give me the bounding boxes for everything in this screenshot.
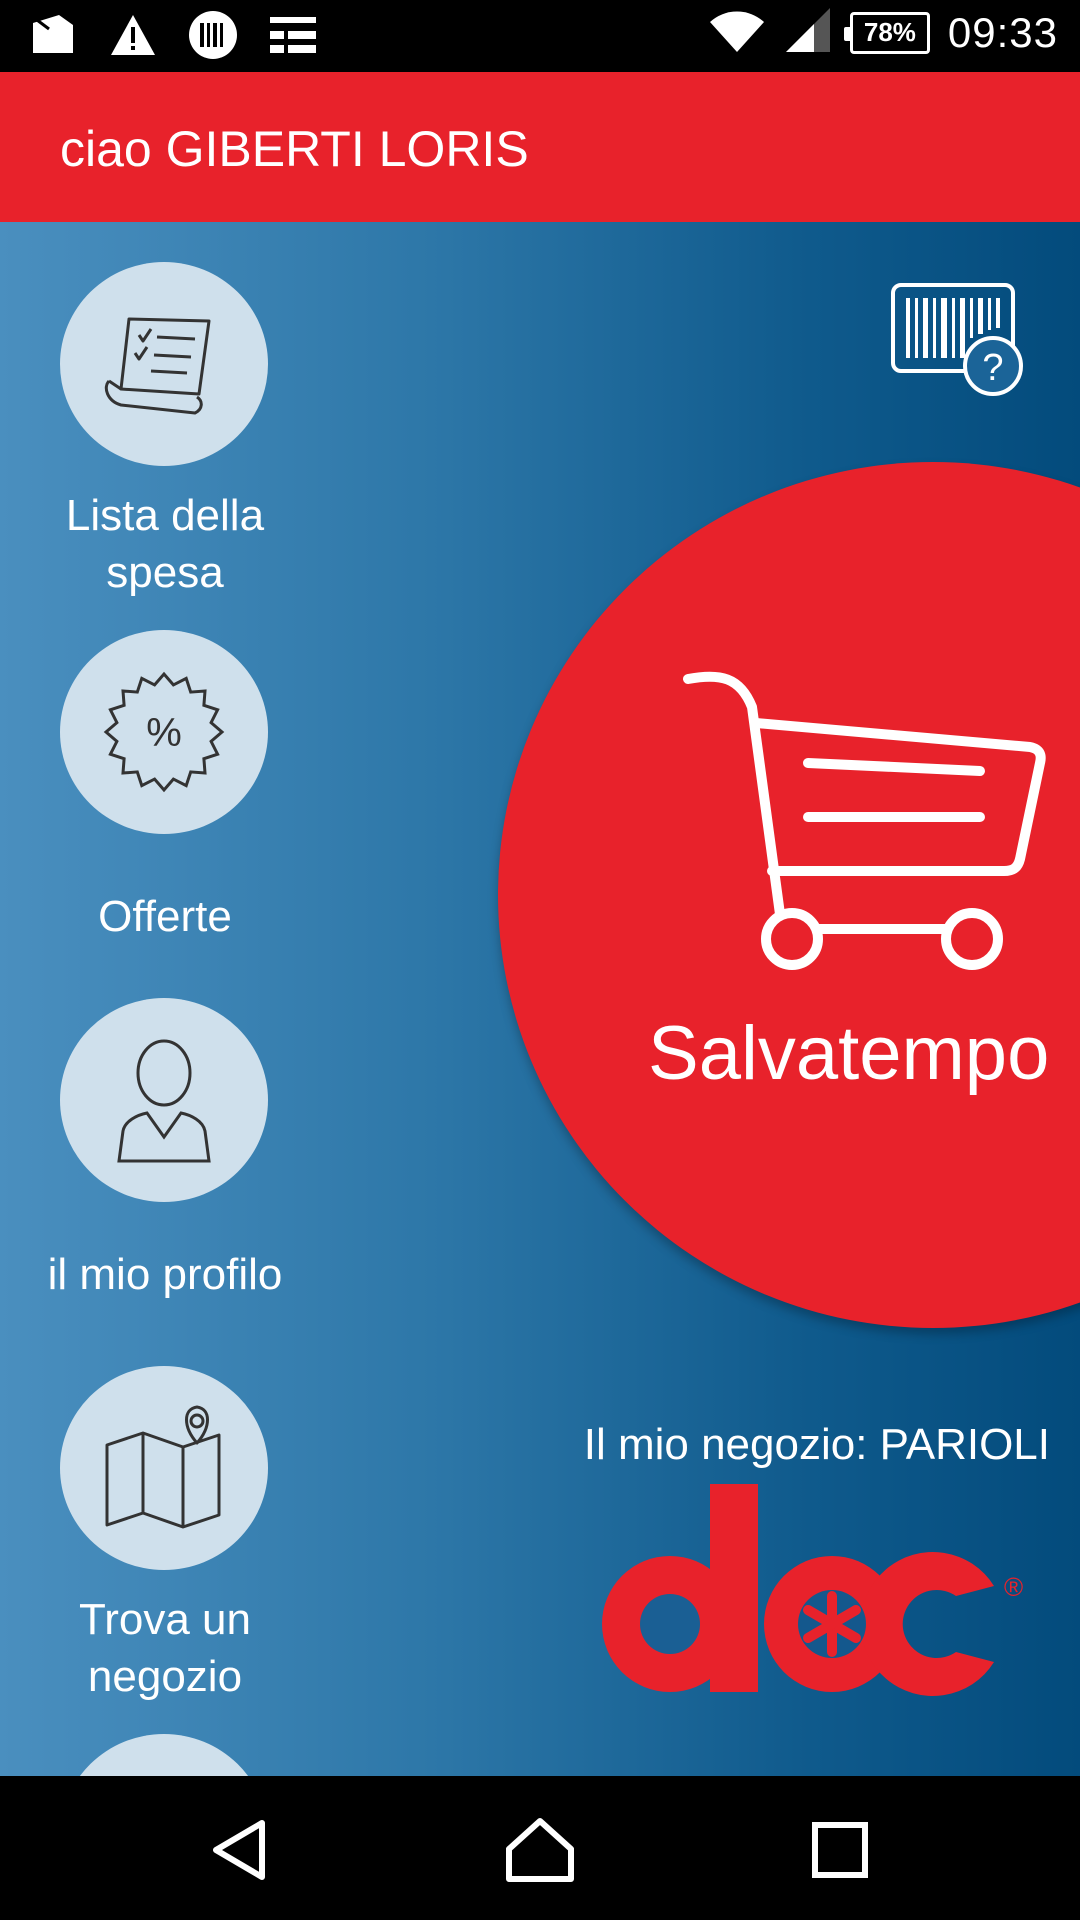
menu-label-line: Offerte [98, 892, 232, 941]
wifi-icon [708, 6, 766, 59]
recents-button[interactable] [800, 1810, 880, 1890]
menu-offers[interactable]: % Offerte [60, 630, 270, 941]
menu-profile[interactable]: il mio profilo [48, 998, 282, 1299]
home-button[interactable] [500, 1810, 580, 1890]
barcode-help-button[interactable]: ? [890, 282, 1026, 398]
menu-label: Offerte [0, 888, 335, 945]
recents-icon [812, 1822, 868, 1878]
doc-logo: ® [602, 1484, 1023, 1696]
menu-label: Trova un negozio [0, 1591, 335, 1705]
menu-shopping-list[interactable]: Lista della spesa [60, 262, 270, 597]
app-header: ciao GIBERTI LORIS [0, 72, 1080, 222]
shopping-cart-icon [683, 671, 1046, 970]
home-icon [506, 1818, 574, 1882]
warning-icon [108, 10, 158, 60]
back-button[interactable] [200, 1810, 280, 1890]
profile-icon [117, 1039, 211, 1163]
menu-label-line: Trova un [78, 1595, 251, 1644]
menu-label-line: Lista della [65, 491, 265, 540]
svg-text:?: ? [982, 347, 1003, 389]
menu-circle[interactable] [60, 1734, 268, 1776]
salvatempo-label: Salvatempo [648, 1011, 1050, 1096]
menu-label-line: negozio [87, 1652, 243, 1701]
gallery-notification-icon [28, 10, 78, 60]
offer-badge-icon: % [103, 671, 225, 793]
menu-circle[interactable]: % [60, 630, 268, 834]
barcode-circle-icon [188, 10, 238, 60]
clock: 09:33 [947, 8, 1058, 56]
barcode-help-icon: ? [891, 283, 1023, 396]
menu-label: Lista della spesa [0, 487, 335, 601]
menu-label-line: spesa [106, 548, 224, 597]
store-map-icon [105, 1405, 221, 1529]
greeting-text: ciao GIBERTI LORIS [60, 121, 529, 177]
svg-text:%: % [146, 711, 182, 755]
menu-circle[interactable] [60, 262, 268, 466]
back-icon [213, 1820, 265, 1880]
system-status: 78% 09:33 [708, 6, 1058, 59]
news-icon [268, 10, 318, 60]
menu-label-line: il mio profilo [47, 1250, 283, 1299]
navigation-bar [0, 1776, 1080, 1920]
menu-circle[interactable] [60, 1366, 268, 1570]
battery-indicator: 78% [843, 11, 930, 54]
menu-circle[interactable] [60, 998, 268, 1202]
notification-icons [28, 10, 318, 60]
menu-more[interactable] [60, 1734, 270, 1776]
home-screen: Lista della spesa % Offerte il mio profi… [0, 222, 1080, 1776]
registered-mark: ® [1004, 1572, 1023, 1602]
my-store-text[interactable]: Il mio negozio: PARIOLI [584, 1420, 1050, 1470]
menu-label: il mio profilo [0, 1246, 335, 1303]
shopping-list-icon [104, 317, 211, 415]
menu-find-store[interactable]: Trova un negozio [60, 1366, 270, 1701]
status-bar: 78% 09:33 [0, 0, 1080, 72]
cell-signal-icon [784, 6, 832, 59]
